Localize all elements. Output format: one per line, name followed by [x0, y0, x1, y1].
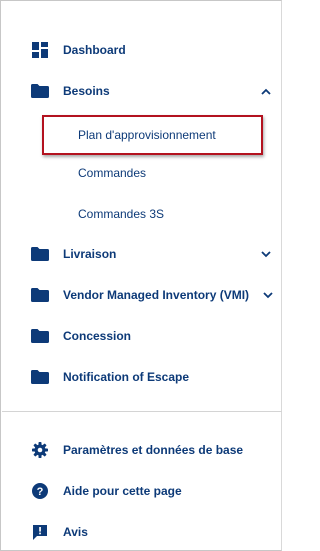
feedback-icon — [31, 524, 49, 540]
divider — [2, 411, 282, 412]
sidebar-item-label: Avis — [63, 525, 88, 539]
sidebar-item-label: Vendor Managed Inventory (VMI) — [63, 288, 250, 302]
svg-text:?: ? — [37, 486, 44, 498]
sidebar-item-concession[interactable]: Concession — [1, 319, 283, 353]
sidebar-subitem-label: Plan d'approvisionnement — [78, 128, 216, 142]
sidebar-item-label: Besoins — [63, 84, 110, 98]
folder-icon — [31, 287, 49, 303]
sidebar-item-label: Concession — [63, 329, 132, 343]
sidebar-item-label: Aide pour cette page — [63, 484, 182, 498]
gear-icon — [31, 442, 49, 458]
sidebar-item-besoins[interactable]: Besoins — [1, 74, 283, 108]
sidebar-item-aide[interactable]: ? Aide pour cette page — [1, 474, 283, 508]
sidebar-item-dashboard[interactable]: Dashboard — [1, 33, 283, 67]
sidebar-item-vmi[interactable]: Vendor Managed Inventory (VMI) — [1, 278, 283, 312]
help-icon: ? — [31, 483, 49, 499]
folder-icon — [31, 369, 49, 385]
sidebar-item-parametres[interactable]: Paramètres et données de base — [1, 433, 283, 467]
sidebar-subitem-commandes[interactable]: Commandes — [1, 158, 283, 188]
sidebar-item-livraison[interactable]: Livraison — [1, 237, 283, 271]
chevron-up-icon[interactable] — [260, 85, 272, 97]
chevron-down-icon[interactable] — [260, 248, 272, 260]
folder-icon — [31, 246, 49, 262]
sidebar-item-label: Notification of Escape — [63, 370, 190, 384]
sidebar-item-label: Paramètres et données de base — [63, 443, 244, 457]
dashboard-icon — [31, 42, 49, 58]
sidebar-item-label: Livraison — [63, 247, 117, 261]
sidebar-subitem-label: Commandes — [78, 166, 147, 180]
sidebar-item-avis[interactable]: Avis — [1, 515, 283, 549]
sidebar-panel: Dashboard Besoins Plan d'approvisionneme… — [0, 0, 282, 551]
sidebar-subitem-plan-approvisionnement[interactable]: Plan d'approvisionnement — [1, 120, 283, 150]
folder-icon — [31, 328, 49, 344]
folder-icon — [31, 83, 49, 99]
sidebar-item-notification-of-escape[interactable]: Notification of Escape — [1, 360, 283, 394]
chevron-down-icon[interactable] — [262, 289, 274, 301]
sidebar-item-label: Dashboard — [63, 43, 126, 57]
sidebar-subitem-commandes-3s[interactable]: Commandes 3S — [1, 199, 283, 229]
sidebar-subitem-label: Commandes 3S — [78, 207, 165, 221]
